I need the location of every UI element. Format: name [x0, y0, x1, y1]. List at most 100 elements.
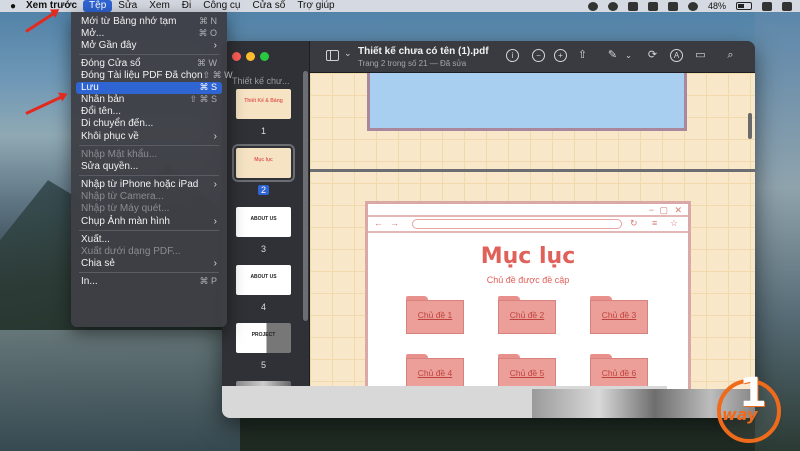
menu-item-shortcut: ⌘ S [199, 82, 217, 93]
page-thumbnail[interactable]: PROJECT [236, 323, 291, 353]
menu-item-shortcut: ⌘ P [199, 276, 217, 287]
zoom-out-icon[interactable]: − [532, 49, 545, 62]
menu-item-label: Đóng Cửa sổ [81, 58, 141, 70]
page-heading: Mục lục [480, 244, 576, 269]
topic-link[interactable]: Chủ đề 1 [406, 310, 464, 320]
menu-item-shortcut: ⇧ ⌘ W [202, 70, 233, 81]
skype-icon[interactable] [587, 1, 598, 11]
menu-separator [79, 144, 219, 146]
thumbnail-text: Mục lục [254, 157, 273, 163]
menu-item[interactable]: Chia sẻ › [76, 257, 222, 269]
browser-title-bar: − ▢ ✕ [368, 204, 688, 217]
menu-item[interactable]: Khôi phục về › [76, 130, 222, 142]
menu-item-label: Chia sẻ [81, 257, 115, 269]
page-number-label: 2 [257, 185, 269, 195]
moon-icon[interactable] [687, 1, 698, 11]
window-toolbar: ⌄ Thiết kế chưa có tên (1).pdf Trang 2 t… [310, 41, 755, 73]
menu-item: Nhập từ Camera... [76, 191, 222, 203]
menu-view[interactable]: Xem [143, 0, 176, 12]
menu-item-label: Mở Gần đây [81, 39, 137, 51]
menu-item[interactable]: Đóng Tài liệu PDF Đã chọn ⇧ ⌘ W [76, 70, 233, 82]
menu-file[interactable]: Tệp [83, 0, 113, 12]
menu-item[interactable]: Xuất... [76, 233, 222, 245]
topic-link[interactable]: Chủ đề 2 [498, 310, 556, 320]
page-thumbnail-number: 3 [236, 244, 291, 254]
menu-item-label: Nhập từ Camera... [81, 191, 164, 203]
shield-icon[interactable] [627, 1, 638, 11]
menu-item-label: Nhập từ Máy quét... [81, 203, 170, 215]
menu-item-label: Nhân bản [81, 94, 125, 106]
topic-link[interactable]: Chủ đề 4 [406, 368, 464, 378]
menu-item-shortcut: ⌘ N [199, 15, 217, 26]
wifi-icon[interactable] [762, 1, 772, 11]
markup-toolbar-icon[interactable]: A [670, 49, 683, 62]
menu-window[interactable]: Cửa sổ [246, 0, 291, 12]
zoom-in-icon[interactable]: + [554, 49, 567, 62]
page-number-label: 4 [260, 302, 266, 312]
sidebar-document-title[interactable]: Thiết kế chư... [232, 76, 290, 86]
form-fill-icon[interactable]: ▭ [694, 49, 707, 62]
minimize-icon: − [648, 205, 654, 215]
share-icon[interactable]: ⇧ [576, 49, 589, 62]
content-scrollbar[interactable] [748, 113, 752, 139]
apple-icon[interactable]: ● [6, 1, 20, 12]
menu-item-shortcut: ⌘ W [197, 58, 217, 69]
wallpaper-sea [0, 330, 240, 451]
battery-icon[interactable] [736, 2, 752, 10]
menu-item[interactable]: In... ⌘ P [76, 276, 222, 288]
menu-item[interactable]: Nhập từ iPhone hoặc iPad › [76, 179, 222, 191]
menu-item[interactable]: Đổi tên... [76, 106, 222, 118]
thumbnail-text: ABOUT US [250, 216, 277, 222]
menu-help[interactable]: Trợ giúp [291, 0, 340, 12]
page-thumbnail[interactable]: ABOUT US [236, 265, 291, 295]
messenger-icon[interactable] [607, 1, 618, 11]
page-thumbnail[interactable]: Mục lục [232, 144, 295, 182]
sidebar-scrollbar[interactable] [303, 71, 308, 321]
topic-folder: Chủ đề 2 [498, 296, 556, 334]
menu-item[interactable]: Mới từ Bảng nhớ tạm ⌘ N [76, 15, 222, 27]
chevron-down-icon[interactable]: ⌄ [344, 48, 352, 59]
page-thumbnail-number: 2 [236, 185, 291, 195]
menu-item-label: Đóng Tài liệu PDF Đã chọn [81, 70, 203, 82]
control-center-icon[interactable] [782, 1, 792, 11]
page-thumbnail[interactable]: Thiết Kế & Bảng [236, 89, 291, 119]
topic-link[interactable]: Chủ đề 3 [590, 310, 648, 320]
menu-item[interactable]: Chụp Ảnh màn hình › [76, 215, 222, 227]
menu-item[interactable]: Nhân bản ⇧ ⌘ S [76, 94, 222, 106]
menu-tools[interactable]: Công cụ [197, 0, 246, 12]
menu-separator [79, 272, 219, 274]
menu-item-label: Mở... [81, 27, 105, 39]
menu-item[interactable]: Sửa quyền... [76, 160, 222, 172]
thumbnail-text: ABOUT US [250, 274, 277, 280]
markup-pen-icon[interactable]: ✎ [606, 49, 619, 62]
menu-item[interactable]: Di chuyển đến... [76, 118, 222, 130]
info-icon[interactable]: i [506, 49, 519, 62]
menu-item[interactable]: Mở... ⌘ O [76, 27, 222, 39]
chevron-right-icon: › [213, 130, 217, 142]
menu-item[interactable]: Lưu ⌘ S [76, 81, 222, 94]
menu-go[interactable]: Đi [176, 0, 197, 12]
zoom-window-button[interactable] [260, 52, 269, 61]
page-thumbnail-number: 4 [236, 302, 291, 312]
leaf-icon[interactable] [667, 1, 678, 11]
rotate-icon[interactable]: ⟳ [646, 49, 659, 62]
close-window-button[interactable] [232, 52, 241, 61]
menu-edit[interactable]: Sửa [112, 0, 143, 12]
chevron-down-icon[interactable]: ⌄ [622, 49, 635, 62]
menu-item[interactable]: Mở Gần đây › [76, 39, 222, 51]
topic-link[interactable]: Chủ đề 5 [498, 368, 556, 378]
browser-url-bar [412, 219, 622, 229]
menu-item-shortcut: ⌘ O [198, 27, 217, 38]
menu-bar: ● Xem trước Tệp Sửa Xem Đi Công cụ Cửa s… [0, 0, 800, 12]
pdf-page-view[interactable]: − ▢ ✕ ← → ↻ ≡ ☆ Mục lục Chủ đề được đề c… [310, 73, 755, 418]
topic-link[interactable]: Chủ đề 6 [590, 368, 648, 378]
sidebar-toggle-icon[interactable] [326, 50, 339, 61]
document-title[interactable]: Thiết kế chưa có tên (1).pdf [358, 46, 489, 57]
refresh-icon: ↻ [630, 218, 638, 228]
thumbnail-text: Thiết Kế & Bảng [244, 98, 283, 104]
page-thumbnail[interactable]: ABOUT US [236, 207, 291, 237]
menu-item[interactable]: Đóng Cửa sổ ⌘ W [76, 57, 222, 69]
contacts-icon[interactable] [647, 1, 658, 11]
search-icon[interactable]: ⌕ [724, 49, 737, 62]
minimize-window-button[interactable] [246, 52, 255, 61]
